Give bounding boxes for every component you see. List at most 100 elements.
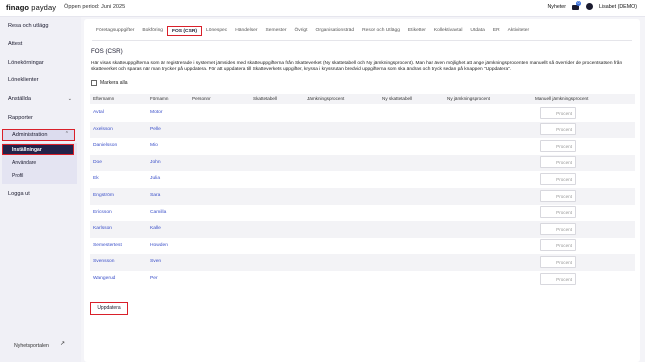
- tab-divider: [92, 40, 632, 41]
- table-row: Svensson Sven Procent: [90, 254, 635, 271]
- col-ny-jamkningsprocent[interactable]: Ny jämkningsprocent: [447, 96, 490, 101]
- sidebar-item-loneklienter[interactable]: Löneklienter: [8, 77, 72, 83]
- cell-fornamn[interactable]: Pelle: [150, 127, 161, 132]
- tab-organisationstrad[interactable]: Organisationsträd: [312, 26, 359, 36]
- sidebar-item-anstallda[interactable]: Anställda ⌄: [8, 96, 72, 102]
- cell-fornamn[interactable]: Howden: [150, 243, 168, 248]
- cell-efternamn[interactable]: Engström: [93, 193, 114, 198]
- mail-badge: 0: [576, 0, 582, 6]
- manual-percent-input[interactable]: Procent: [540, 222, 576, 235]
- submenu-item-installningar[interactable]: Inställningar: [2, 144, 74, 155]
- cell-fornamn[interactable]: Per: [150, 276, 158, 281]
- tab-fos-csr[interactable]: FOS (CSR): [167, 26, 203, 36]
- tab-semester[interactable]: Semester: [262, 26, 291, 36]
- tab-foretagsuppgifter[interactable]: Företagsuppgifter: [92, 26, 138, 36]
- chevron-down-icon: ⌄: [67, 96, 72, 102]
- submenu-item-anvandare[interactable]: Användare: [12, 160, 36, 166]
- table-row: Semestertest Howden Procent: [90, 238, 635, 255]
- external-link-icon: ↗: [60, 341, 66, 347]
- col-efternamn[interactable]: Efternamn: [93, 96, 114, 101]
- manual-percent-input[interactable]: Procent: [540, 123, 576, 136]
- tab-utdata[interactable]: Utdata: [466, 26, 488, 36]
- mark-all-label: Markera alla: [100, 80, 128, 86]
- sidebar-item-lonekorningar[interactable]: Lönekörningar: [8, 60, 72, 66]
- mark-all-checkbox[interactable]: [91, 80, 97, 86]
- top-bar: finago payday Öppen period: Juni 2025 Ny…: [0, 0, 645, 17]
- sidebar-item-administration[interactable]: Administration ⌃: [2, 129, 75, 141]
- table-row: Danielsson Mio Procent: [90, 138, 635, 155]
- tab-lonespec[interactable]: Lönespec: [202, 26, 231, 36]
- cell-fornamn[interactable]: John: [150, 160, 161, 165]
- manual-percent-input[interactable]: Procent: [540, 156, 576, 169]
- tab-ovrigt[interactable]: Övrigt: [290, 26, 311, 36]
- section-title: FOS (CSR): [91, 48, 123, 55]
- table-row: Wangerud Per Procent: [90, 271, 635, 288]
- cell-fornamn[interactable]: Sara: [150, 193, 160, 198]
- tab-bokforing[interactable]: Bokföring: [138, 26, 167, 36]
- submenu-item-profil[interactable]: Profil: [12, 173, 23, 179]
- sidebar: [0, 17, 81, 362]
- tab-er[interactable]: ER: [489, 26, 504, 36]
- cell-fornamn[interactable]: Camilla: [150, 210, 166, 215]
- mark-all[interactable]: Markera alla: [91, 80, 128, 86]
- sidebar-item-resa[interactable]: Resa och utlägg: [8, 23, 72, 29]
- manual-percent-input[interactable]: Procent: [540, 206, 576, 219]
- table-row: Karlsson Kalle Procent: [90, 221, 635, 238]
- table-row: Axelsson Pelle Procent: [90, 121, 635, 139]
- col-ny-skattetabell[interactable]: Ny skattetabell: [382, 96, 412, 101]
- tab-resor-och-utlagg[interactable]: Resor och Utlägg: [358, 26, 404, 36]
- cell-fornamn[interactable]: Mio: [150, 143, 158, 148]
- open-period: Öppen period: Juni 2025: [64, 4, 126, 10]
- cell-efternamn[interactable]: Wangerud: [93, 276, 115, 281]
- cell-efternamn[interactable]: Karlsson: [93, 226, 112, 231]
- manual-percent-input[interactable]: Procent: [540, 172, 576, 185]
- cell-fornamn[interactable]: Motor: [150, 110, 163, 115]
- cell-efternamn[interactable]: Ericsson: [93, 210, 112, 215]
- col-fornamn[interactable]: Förnamn: [150, 96, 168, 101]
- cell-efternamn[interactable]: Ek: [93, 176, 99, 181]
- sidebar-item-rapporter[interactable]: Rapporter: [8, 115, 72, 121]
- manual-percent-input[interactable]: Procent: [540, 189, 576, 202]
- user-icon[interactable]: [586, 3, 594, 10]
- manual-percent-input[interactable]: Procent: [540, 106, 576, 119]
- cell-efternamn[interactable]: Danielsson: [93, 143, 117, 148]
- col-skattetabell[interactable]: Skattetabell: [253, 96, 277, 101]
- table-row: Doe John Procent: [90, 154, 635, 172]
- logo[interactable]: finago payday: [6, 3, 56, 12]
- section-description: Här visas skatteuppgifterna som är regis…: [91, 61, 623, 73]
- update-button[interactable]: Uppdatera: [90, 302, 128, 315]
- cell-fornamn[interactable]: Sven: [150, 259, 161, 264]
- news-portal-link[interactable]: Nyhetsportalen ↗: [14, 341, 65, 349]
- manual-percent-input[interactable]: Procent: [540, 139, 576, 152]
- cell-efternamn[interactable]: Axelsson: [93, 127, 113, 132]
- tab-kollektivavtal[interactable]: Kollektivavtal: [430, 26, 467, 36]
- col-manuell-jamkningsprocent[interactable]: Manuell jämkningsprocent: [535, 96, 588, 101]
- tab-aktiviteter[interactable]: Aktiviteter: [504, 26, 533, 36]
- chevron-up-icon: ⌃: [64, 131, 69, 137]
- top-right-area: Nyheter 0 Lisabet (DEMO): [547, 0, 637, 10]
- mail-icon[interactable]: 0: [572, 0, 582, 10]
- settings-tabs: Företagsuppgifter Bokföring FOS (CSR) Lö…: [92, 26, 533, 36]
- manual-percent-input[interactable]: Procent: [540, 239, 576, 252]
- tab-etiketter[interactable]: Etiketter: [404, 26, 430, 36]
- tab-handelser[interactable]: Händelser: [231, 26, 261, 36]
- sidebar-item-attest[interactable]: Attest: [8, 41, 72, 47]
- table-row: Ericsson Camilla Procent: [90, 205, 635, 222]
- col-personnr[interactable]: Personnr: [192, 96, 211, 101]
- main-panel: Företagsuppgifter Bokföring FOS (CSR) Lö…: [84, 19, 640, 362]
- col-jamkningsprocent[interactable]: Jämkningsprocent: [307, 96, 344, 101]
- cell-fornamn[interactable]: Julia: [150, 176, 160, 181]
- manual-percent-input[interactable]: Procent: [540, 272, 576, 285]
- table-row: Ek Julia Procent: [90, 171, 635, 188]
- cell-efternamn[interactable]: Doe: [93, 160, 102, 165]
- table-row: Avtal Motor Procent: [90, 105, 635, 122]
- manual-percent-input[interactable]: Procent: [540, 255, 576, 268]
- cell-efternamn[interactable]: Svensson: [93, 259, 114, 264]
- sidebar-item-logout[interactable]: Logga ut: [8, 191, 72, 197]
- user-name[interactable]: Lisabet (DEMO): [599, 4, 637, 10]
- news-link[interactable]: Nyheter: [547, 4, 566, 10]
- table-row: Engström Sara Procent: [90, 188, 635, 205]
- cell-efternamn[interactable]: Semestertest: [93, 243, 122, 248]
- cell-fornamn[interactable]: Kalle: [150, 226, 161, 231]
- cell-efternamn[interactable]: Avtal: [93, 110, 104, 115]
